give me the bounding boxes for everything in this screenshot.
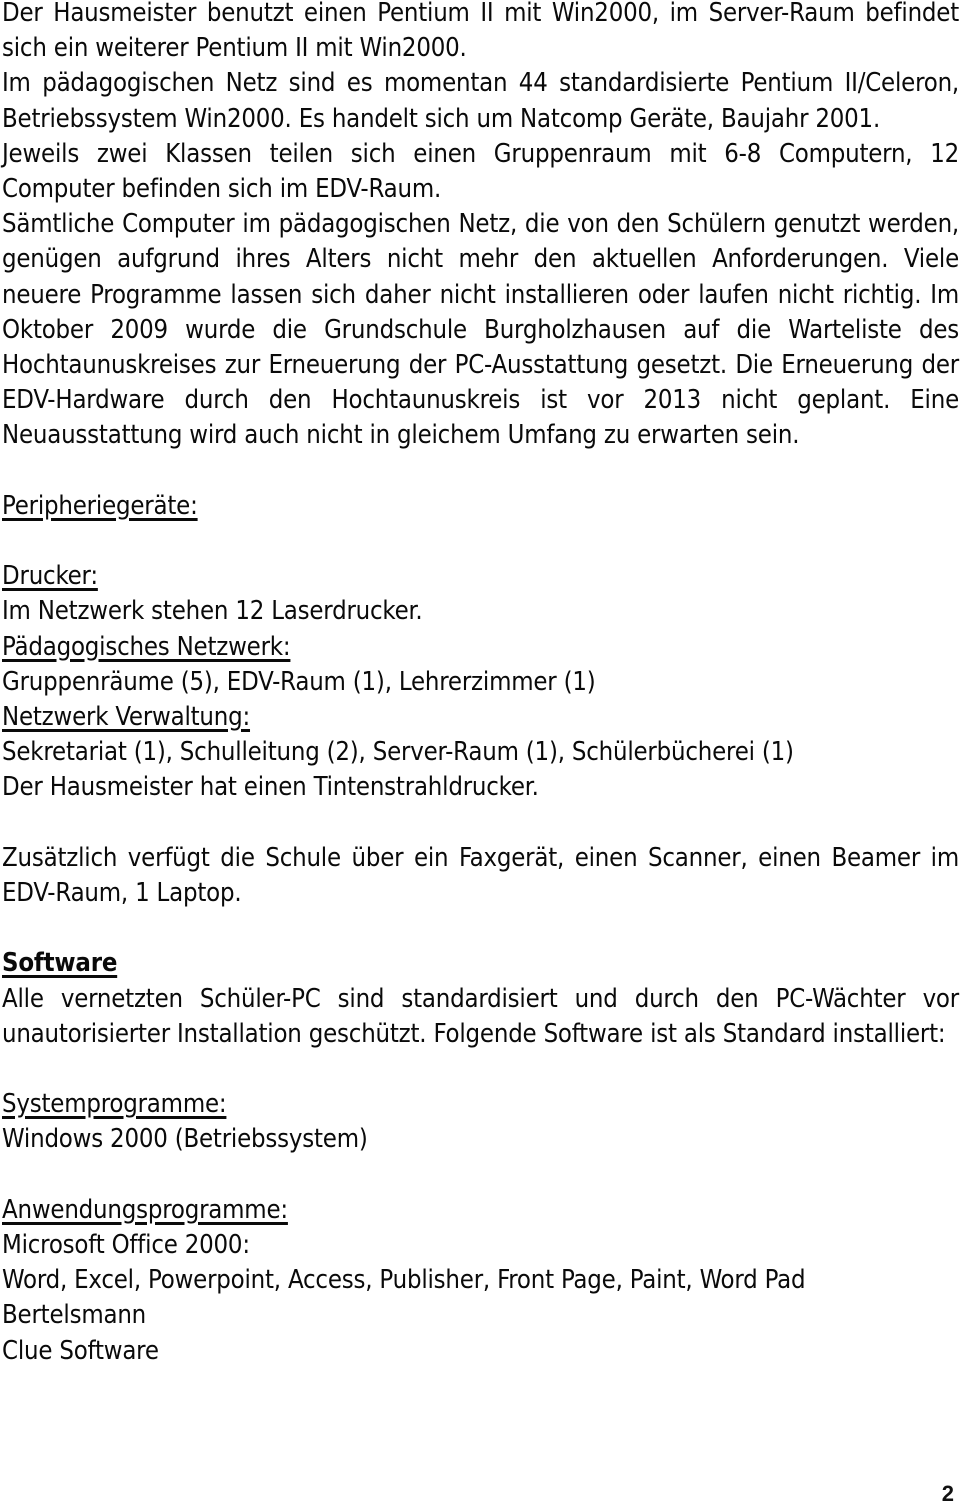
heading-paedagogisches-netzwerk: Pädagogisches Netzwerk: [2, 630, 959, 665]
heading-peripheriegeraete-label: Peripheriegeräte: [2, 490, 198, 521]
paragraph-saemtliche-computer: Sämtliche Computer im pädagogischen Netz… [2, 209, 959, 451]
paragraph-software-intro: Alle vernetzten Schüler-PC sind standard… [2, 983, 959, 1049]
heading-software: Software [2, 946, 959, 981]
heading-software-label: Software [2, 948, 118, 979]
line-paedagogisches-netzwerk-raeume: Gruppenräume (5), EDV-Raum (1), Lehrerzi… [2, 666, 596, 697]
line-office-applications: Word, Excel, Powerpoint, Access, Publish… [2, 1265, 806, 1296]
heading-drucker-label: Drucker: [2, 561, 98, 592]
paragraph-hausmeister: Der Hausmeister benutzt einen Pentium II… [2, 0, 959, 64]
line-microsoft-office-title: Microsoft Office 2000: [2, 1230, 250, 1261]
heading-systemprogramme: Systemprogramme: [2, 1087, 959, 1122]
heading-netzwerk-verwaltung-label: Netzwerk Verwaltung: [2, 702, 251, 733]
heading-peripheriegeraete: Peripheriegeräte: [2, 489, 959, 524]
line-verwaltung-raeume: Sekretariat (1), Schulleitung (2), Serve… [2, 737, 794, 768]
line-windows-2000: Windows 2000 (Betriebssystem) [2, 1124, 368, 1155]
line-hausmeister-tintenstrahldrucker: Der Hausmeister hat einen Tintenstrahldr… [2, 772, 539, 803]
document-page: Der Hausmeister benutzt einen Pentium II… [0, 0, 960, 1511]
heading-drucker: Drucker: [2, 559, 959, 594]
line-drucker-text: Im Netzwerk stehen 12 Laserdrucker. [2, 596, 423, 627]
paragraph-klassen-gruppenraum: Jeweils zwei Klassen teilen sich einen G… [2, 138, 959, 205]
paragraph-zusaetzlich-geraete: Zusätzlich verfügt die Schule über ein F… [2, 842, 959, 909]
heading-paedagogisches-netzwerk-label: Pädagogisches Netzwerk: [2, 631, 291, 662]
page-number: 2 [941, 1481, 954, 1506]
document-body: Der Hausmeister benutzt einen Pentium II… [2, 0, 959, 1369]
heading-anwendungsprogramme: Anwendungsprogramme: [2, 1193, 959, 1228]
paragraph-paedagogisches-netz: Im pädagogischen Netz sind es momentan 4… [2, 68, 959, 134]
heading-netzwerk-verwaltung: Netzwerk Verwaltung: [2, 700, 959, 735]
heading-systemprogramme-label: Systemprogramme: [2, 1089, 227, 1120]
line-clue-software: Clue Software [2, 1335, 159, 1366]
heading-anwendungsprogramme-label: Anwendungsprogramme: [2, 1194, 288, 1225]
line-bertelsmann: Bertelsmann [2, 1300, 147, 1331]
